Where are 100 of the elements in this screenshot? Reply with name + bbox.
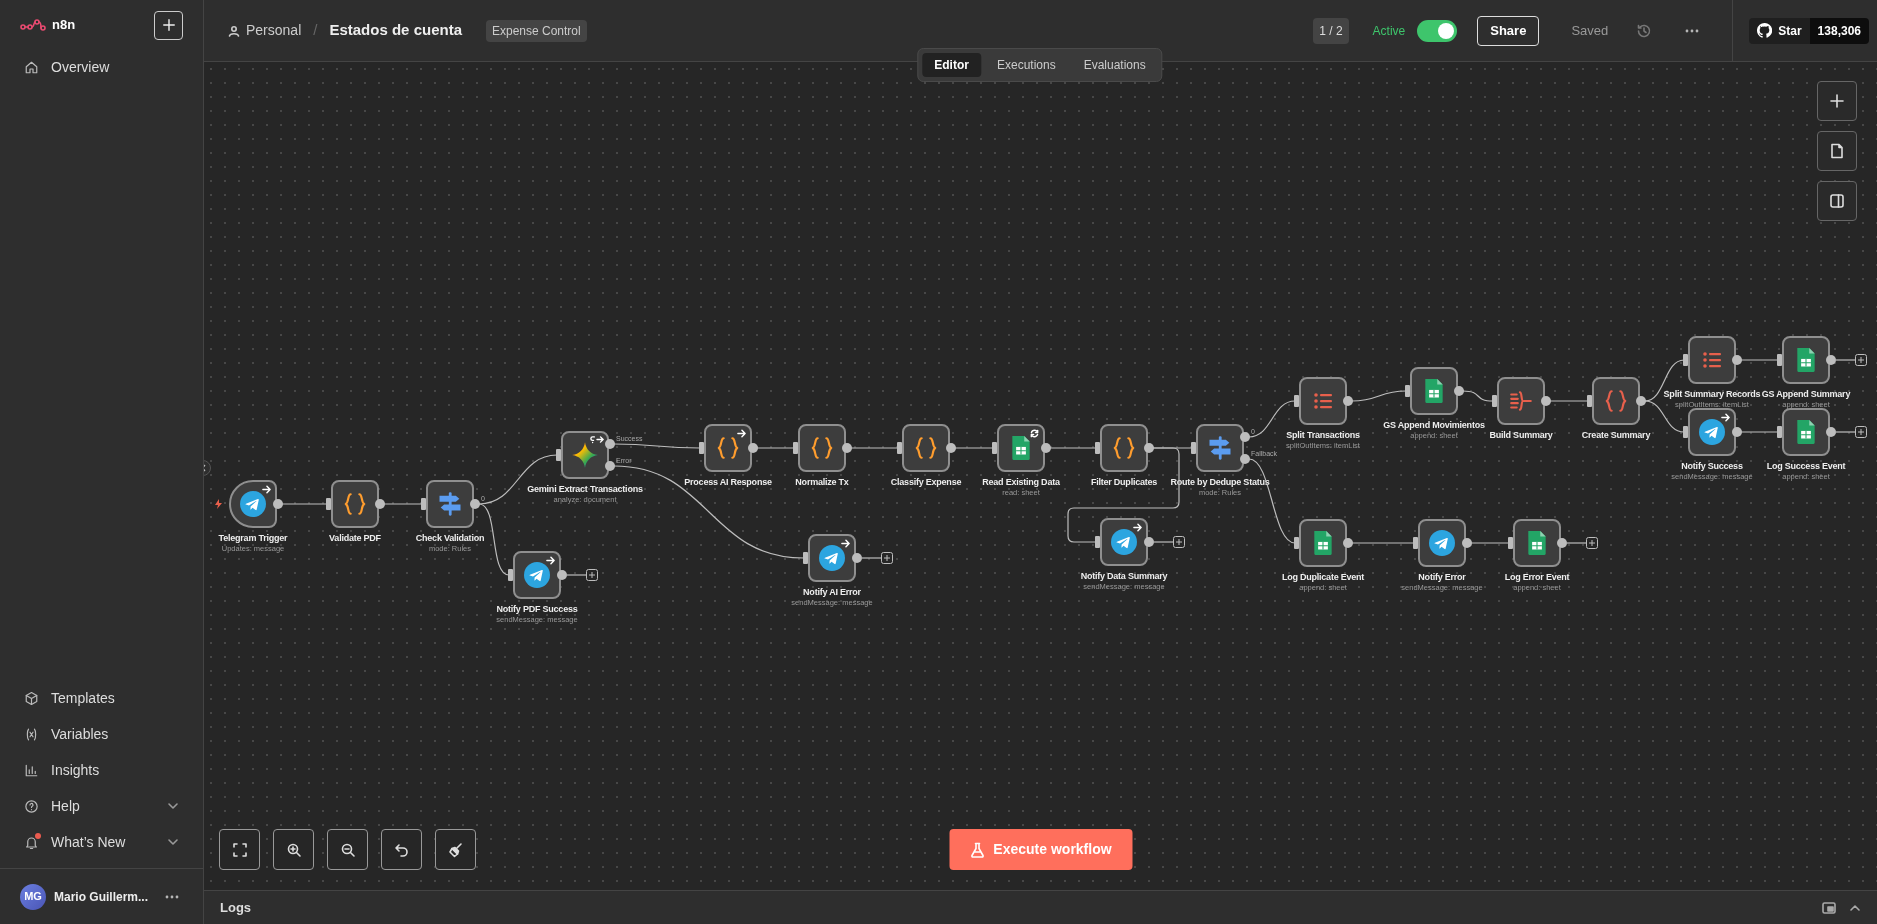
connection-line	[861, 557, 882, 559]
workflow-node[interactable]	[1100, 424, 1148, 472]
view-tab[interactable]: Editor	[922, 53, 981, 77]
node-title: Log Error Event	[1504, 572, 1570, 583]
canvas-tool-button[interactable]	[435, 829, 476, 870]
flask-icon	[969, 841, 986, 858]
canvas-control-button[interactable]	[1817, 131, 1857, 171]
workflow-node[interactable]	[331, 480, 379, 528]
braces-icon	[1111, 435, 1137, 461]
workflow-node[interactable]	[229, 480, 277, 528]
panel-icon	[1829, 193, 1845, 209]
nav-item[interactable]: Insights	[12, 752, 191, 788]
paper-plane-icon	[240, 491, 266, 517]
workflow-node[interactable]	[1418, 519, 1466, 567]
canvas-tool-button[interactable]	[219, 829, 260, 870]
add-button[interactable]	[154, 10, 183, 40]
github-icon	[1757, 23, 1773, 38]
view-tab[interactable]: Executions	[984, 53, 1068, 77]
workflow-tag[interactable]: Expense Control	[486, 19, 587, 42]
share-button[interactable]: Share	[1477, 15, 1540, 46]
view-tab[interactable]: Evaluations	[1071, 53, 1158, 77]
workflow-node[interactable]	[808, 534, 856, 582]
save-status: Saved	[1571, 21, 1609, 40]
paper-plane-icon	[1429, 530, 1455, 556]
canvas-tool-button[interactable]	[327, 829, 368, 870]
nav-item[interactable]: Variables	[12, 716, 191, 752]
zoom-out-icon	[339, 841, 356, 858]
node-title: Notify AI Error	[803, 587, 861, 598]
connection-line	[850, 447, 899, 449]
workflow-node[interactable]	[1410, 367, 1458, 415]
workflow-node[interactable]	[1592, 377, 1640, 425]
node-title: Build Summary	[1489, 430, 1553, 441]
history-icon[interactable]	[1636, 22, 1653, 39]
nav-item[interactable]: What’s New	[12, 824, 191, 860]
node-title: Read Existing Data	[982, 477, 1060, 488]
paper-plane-icon	[819, 545, 845, 571]
connection-line	[383, 503, 423, 505]
workflow-node[interactable]	[1782, 336, 1830, 384]
workflow-node[interactable]	[426, 480, 474, 528]
node-title: Process AI Response	[684, 477, 772, 488]
braces-icon	[715, 435, 741, 461]
note-icon	[1829, 143, 1845, 159]
connection-line	[1835, 359, 1856, 361]
popout-icon[interactable]	[1821, 899, 1837, 916]
paper-plane-icon	[524, 562, 550, 588]
active-toggle[interactable]	[1417, 19, 1458, 42]
connection-line	[1470, 542, 1510, 544]
workflow-node[interactable]	[1688, 336, 1736, 384]
workflow-node[interactable]	[1497, 377, 1545, 425]
workflow-node[interactable]	[1513, 519, 1561, 567]
node-title: Gemini Extract Transactions	[527, 484, 643, 495]
workflow-node[interactable]	[798, 424, 846, 472]
undo-icon	[393, 841, 410, 858]
braces-icon	[913, 435, 939, 461]
node-title: Log Success Event	[1766, 461, 1846, 472]
node-title: Split Transactions	[1286, 430, 1360, 441]
box-icon	[24, 690, 39, 706]
workflow-node[interactable]	[1299, 377, 1347, 425]
workflow-name[interactable]: Estados de cuenta	[329, 19, 462, 42]
connection-line	[1462, 390, 1494, 402]
workflow-node[interactable]	[1299, 519, 1347, 567]
canvas-tool-button[interactable]	[381, 829, 422, 870]
connection-line	[1549, 400, 1589, 402]
node-title: Notify Success	[1681, 461, 1743, 472]
github-star-button[interactable]: Star	[1749, 17, 1810, 44]
breadcrumb-link[interactable]: Personal	[228, 20, 302, 41]
logs-title: Logs	[220, 898, 253, 917]
node-title: Validate PDF	[329, 533, 381, 544]
nav-item[interactable]: Help	[12, 788, 191, 824]
canvas-control-button[interactable]	[1817, 181, 1857, 221]
node-title: Notify Error	[1418, 572, 1466, 583]
lightning-icon	[215, 499, 222, 509]
workflow-node[interactable]	[513, 551, 561, 599]
node-title: Telegram Trigger	[218, 533, 288, 544]
user-name: Mario Guillerm...	[54, 888, 149, 906]
workflow-node[interactable]	[1196, 424, 1244, 472]
canvas-control-button[interactable]	[1817, 81, 1857, 121]
logo-icon	[20, 19, 46, 31]
workflow-node[interactable]	[1688, 408, 1736, 456]
spreadsheet-icon	[1795, 419, 1817, 445]
nav-item[interactable]: Overview	[12, 50, 191, 84]
braces-icon	[342, 491, 368, 517]
workflow-node[interactable]	[704, 424, 752, 472]
node-title: GS Append Movimientos	[1383, 420, 1485, 431]
bar-chart-icon	[24, 762, 39, 778]
spreadsheet-icon	[1795, 347, 1817, 373]
connection-line	[281, 503, 328, 505]
connection-line	[954, 447, 994, 449]
version-badge: 1 / 2	[1313, 17, 1349, 44]
node-title: Route by Dedupe Status	[1170, 477, 1270, 488]
workflow-node[interactable]	[1782, 408, 1830, 456]
workflow-node[interactable]	[1100, 518, 1148, 566]
canvas-tool-button[interactable]	[273, 829, 314, 870]
workflow-node[interactable]	[997, 424, 1045, 472]
workflow-node[interactable]	[902, 424, 950, 472]
nav-item[interactable]: Templates	[12, 680, 191, 716]
workflow-node[interactable]	[561, 431, 609, 479]
connection-line	[756, 447, 795, 449]
spreadsheet-icon	[1010, 435, 1032, 461]
node-title: Filter Duplicates	[1090, 477, 1158, 488]
